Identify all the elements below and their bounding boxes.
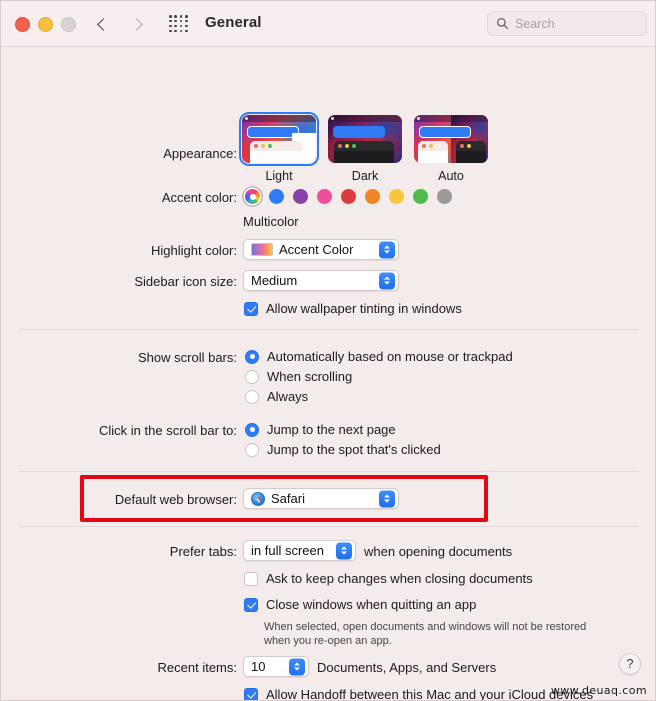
scroll-bars-option-always-label: Always (267, 389, 309, 404)
window-controls (15, 17, 76, 32)
ask-keep-changes-row[interactable]: Ask to keep changes when closing documen… (244, 571, 533, 586)
scroll-bar-click-option-spot[interactable]: Jump to the spot that's clicked (245, 442, 441, 457)
scroll-bar-click-option-next-page-label: Jump to the next page (267, 422, 396, 437)
system-preferences-window: General Search Appearance: Light Dark Au… (0, 0, 656, 701)
scroll-bars-option-auto[interactable]: Automatically based on mouse or trackpad (245, 349, 513, 364)
scroll-bars-option-auto-label: Automatically based on mouse or trackpad (267, 349, 513, 364)
radio-when-scrolling[interactable] (245, 369, 259, 384)
accent-swatch-orange[interactable] (365, 189, 380, 204)
sidebar-icon-size-value: Medium (251, 273, 298, 288)
minimize-button[interactable] (38, 17, 53, 32)
accent-swatch-graphite[interactable] (437, 189, 452, 204)
prefer-tabs-dropdown[interactable]: in full screen (243, 540, 356, 561)
scroll-bars-option-always[interactable]: Always (245, 389, 308, 404)
highlight-color-label: Highlight color: (151, 243, 237, 258)
search-placeholder: Search (515, 16, 555, 31)
accent-color-caption: Multicolor (243, 214, 299, 229)
default-browser-dropdown[interactable]: Safari (243, 488, 399, 509)
close-button[interactable] (15, 17, 30, 32)
recent-items-stepper[interactable]: 10 (243, 656, 309, 677)
appearance-caption-light: Light (265, 169, 293, 183)
divider-2 (19, 471, 639, 472)
chevron-updown-icon[interactable] (379, 490, 395, 507)
accent-swatch-pink[interactable] (317, 189, 332, 204)
recent-items-suffix: Documents, Apps, and Servers (317, 660, 497, 675)
appearance-thumb-auto[interactable] (414, 115, 488, 163)
handoff-label: Allow Handoff between this Mac and your … (266, 687, 594, 701)
appearance-thumb-light[interactable] (239, 112, 319, 166)
highlight-color-swatch (251, 243, 273, 256)
handoff-row[interactable]: Allow Handoff between this Mac and your … (244, 687, 594, 701)
preferences-content: Appearance: Light Dark Auto Accent color… (1, 47, 655, 701)
accent-swatch-red[interactable] (341, 189, 356, 204)
prefer-tabs-label: Prefer tabs: (169, 544, 237, 559)
accent-swatch-yellow[interactable] (389, 189, 404, 204)
wallpaper-tinting-label: Allow wallpaper tinting in windows (266, 301, 462, 316)
help-button[interactable]: ? (619, 653, 641, 675)
chevron-left-icon (97, 17, 110, 31)
close-windows-label: Close windows when quitting an app (266, 597, 477, 612)
sidebar-icon-size-label: Sidebar icon size: (134, 274, 237, 289)
radio-always[interactable] (245, 389, 259, 404)
watermark: www.deuaq.com (550, 684, 647, 697)
scroll-bar-click-option-next-page[interactable]: Jump to the next page (245, 422, 396, 437)
accent-swatch-green[interactable] (413, 189, 428, 204)
chevron-updown-icon[interactable] (289, 658, 305, 675)
accent-color-label: Accent color: (161, 190, 237, 205)
appearance-thumb-dark[interactable] (328, 115, 402, 163)
wallpaper-tinting-checkbox[interactable] (244, 301, 258, 316)
chevron-updown-icon[interactable] (336, 542, 352, 559)
grid-icon[interactable] (169, 15, 189, 33)
radio-auto-scrollbars[interactable] (245, 349, 259, 364)
forward-button[interactable] (127, 12, 149, 36)
page-title: General (205, 14, 262, 31)
divider-3 (19, 526, 639, 527)
zoom-button[interactable] (61, 17, 76, 32)
default-browser-value: Safari (271, 491, 305, 506)
safari-icon (251, 491, 265, 506)
handoff-checkbox[interactable] (244, 687, 258, 700)
radio-jump-next-page[interactable] (245, 422, 259, 437)
sidebar-icon-size-dropdown[interactable]: Medium (243, 270, 399, 291)
recent-items-label: Recent items: (157, 660, 237, 675)
chevron-updown-icon[interactable] (379, 272, 395, 289)
close-windows-description-line1: When selected, open documents and window… (264, 621, 587, 633)
prefer-tabs-suffix: when opening documents (364, 544, 513, 559)
appearance-option-auto[interactable]: Auto (414, 115, 488, 183)
chevron-updown-icon[interactable] (379, 241, 395, 258)
wallpaper-tinting-checkbox-row[interactable]: Allow wallpaper tinting in windows (244, 301, 462, 316)
ask-keep-changes-checkbox[interactable] (244, 571, 258, 586)
scroll-bar-click-option-spot-label: Jump to the spot that's clicked (267, 442, 441, 457)
prefer-tabs-value: in full screen (251, 543, 324, 558)
appearance-label: Appearance: (163, 146, 237, 161)
close-windows-checkbox[interactable] (244, 597, 258, 612)
accent-swatch-multicolor[interactable] (245, 189, 260, 204)
scroll-bars-option-when-scrolling[interactable]: When scrolling (245, 369, 352, 384)
recent-items-value: 10 (251, 659, 266, 674)
close-windows-description-line2: when you re-open an app. (264, 635, 392, 647)
appearance-option-light[interactable]: Light (239, 112, 319, 183)
accent-swatch-purple[interactable] (293, 189, 308, 204)
scroll-bars-option-when-scrolling-label: When scrolling (267, 369, 353, 384)
accent-color-swatches[interactable] (245, 189, 452, 204)
appearance-caption-dark: Dark (351, 169, 379, 183)
radio-jump-spot-clicked[interactable] (245, 442, 259, 457)
scroll-bars-label: Show scroll bars: (138, 350, 237, 365)
window-titlebar: General Search (1, 1, 655, 47)
ask-keep-changes-label: Ask to keep changes when closing documen… (266, 571, 533, 586)
appearance-caption-auto: Auto (438, 169, 464, 183)
search-input[interactable]: Search (487, 11, 647, 36)
accent-swatch-blue[interactable] (269, 189, 284, 204)
scroll-bar-click-label: Click in the scroll bar to: (99, 423, 237, 438)
highlight-color-value: Accent Color (279, 242, 354, 257)
back-button[interactable] (91, 12, 113, 36)
close-windows-row[interactable]: Close windows when quitting an app (244, 597, 476, 612)
highlight-color-dropdown[interactable]: Accent Color (243, 239, 399, 260)
chevron-right-icon (130, 17, 143, 31)
divider-1 (19, 329, 639, 330)
appearance-option-dark[interactable]: Dark (328, 115, 402, 183)
default-browser-label: Default web browser: (114, 492, 237, 507)
search-icon (496, 17, 509, 30)
